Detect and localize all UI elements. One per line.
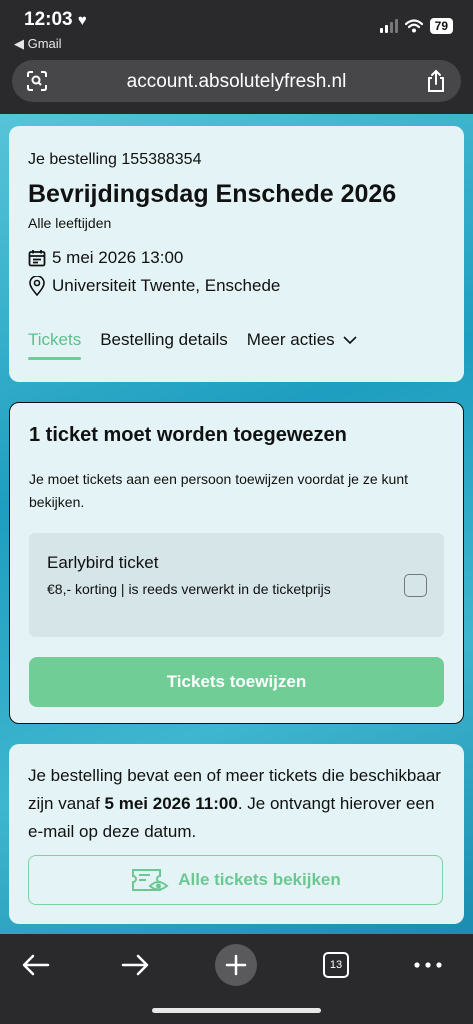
plus-icon <box>225 954 247 976</box>
new-tab-button[interactable] <box>215 944 257 986</box>
tab-tickets[interactable]: Tickets <box>28 330 82 360</box>
tab-more-actions-label: Meer acties <box>246 330 335 349</box>
ticket-name: Earlybird ticket <box>47 553 159 572</box>
back-button[interactable] <box>15 944 57 986</box>
tab-order-details-label: Bestelling details <box>100 330 228 349</box>
assign-title: 1 ticket moet worden toegewezen <box>29 424 347 446</box>
signal-icon <box>379 19 398 33</box>
event-date: 5 mei 2026 13:00 <box>52 248 184 267</box>
event-date-row: 5 mei 2026 13:00 <box>28 248 183 268</box>
status-time: 12:03 ♥ <box>24 9 87 31</box>
browser-toolbar: 13 <box>0 934 473 1024</box>
wifi-icon <box>404 19 423 33</box>
arrow-right-icon <box>121 954 149 976</box>
ticket-note: €8,- korting | is reeds verwerkt in de t… <box>47 581 331 597</box>
chevron-down-icon <box>343 335 357 344</box>
address-bar[interactable]: account.absolutelyfresh.nl <box>12 60 461 102</box>
calendar-icon <box>28 250 46 267</box>
availability-text: Je bestelling bevat een of meer tickets … <box>28 762 448 846</box>
arrow-left-icon <box>22 954 50 976</box>
location-pin-icon <box>29 276 45 296</box>
home-indicator[interactable] <box>152 1008 321 1013</box>
assign-tickets-button[interactable]: Tickets toewijzen <box>29 657 444 707</box>
more-menu-button[interactable] <box>407 944 449 986</box>
ticket-checkbox[interactable] <box>404 574 427 597</box>
url-text[interactable]: account.absolutelyfresh.nl <box>12 71 461 93</box>
tab-order-details[interactable]: Bestelling details <box>100 330 228 360</box>
assign-tickets-card: 1 ticket moet worden toegewezen Je moet … <box>9 402 464 724</box>
more-dots-icon <box>414 962 442 968</box>
event-location-row: Universiteit Twente, Enschede <box>28 276 280 296</box>
view-all-tickets-button[interactable]: Alle tickets bekijken <box>28 855 443 905</box>
status-bar: 12:03 ♥ ◀ Gmail 79 <box>0 0 473 56</box>
browser-address-area: account.absolutelyfresh.nl <box>0 56 473 114</box>
ticket-item[interactable]: Earlybird ticket €8,- korting | is reeds… <box>29 533 444 637</box>
tab-tickets-label: Tickets <box>28 330 82 349</box>
share-icon[interactable] <box>425 69 447 93</box>
ticket-eye-icon <box>132 869 169 891</box>
web-page: Je bestelling 155388354 Bevrijdingsdag E… <box>0 114 473 934</box>
view-all-tickets-label: Alle tickets bekijken <box>178 870 341 889</box>
status-icons: 79 <box>379 18 453 34</box>
order-card: Je bestelling 155388354 Bevrijdingsdag E… <box>9 126 464 382</box>
assign-description: Je moet tickets aan een persoon toewijze… <box>29 471 408 510</box>
availability-date: 5 mei 2026 11:00 <box>104 794 238 813</box>
forward-button[interactable] <box>114 944 156 986</box>
heart-icon: ♥ <box>77 12 87 29</box>
age-restriction: Alle leeftijden <box>28 215 112 231</box>
order-tabs: Tickets Bestelling details Meer acties <box>28 330 357 360</box>
event-title: Bevrijdingsdag Enschede 2026 <box>28 180 397 208</box>
tab-count: 13 <box>323 952 349 978</box>
battery-indicator: 79 <box>429 18 453 34</box>
back-to-app-link[interactable]: ◀ Gmail <box>14 36 62 52</box>
time-text: 12:03 <box>24 9 73 30</box>
tabs-button[interactable]: 13 <box>315 944 357 986</box>
tab-more-actions[interactable]: Meer acties <box>247 330 357 360</box>
order-number: Je bestelling 155388354 <box>28 151 202 168</box>
event-location: Universiteit Twente, Enschede <box>52 276 281 295</box>
availability-info-card: Je bestelling bevat een of meer tickets … <box>9 744 464 924</box>
